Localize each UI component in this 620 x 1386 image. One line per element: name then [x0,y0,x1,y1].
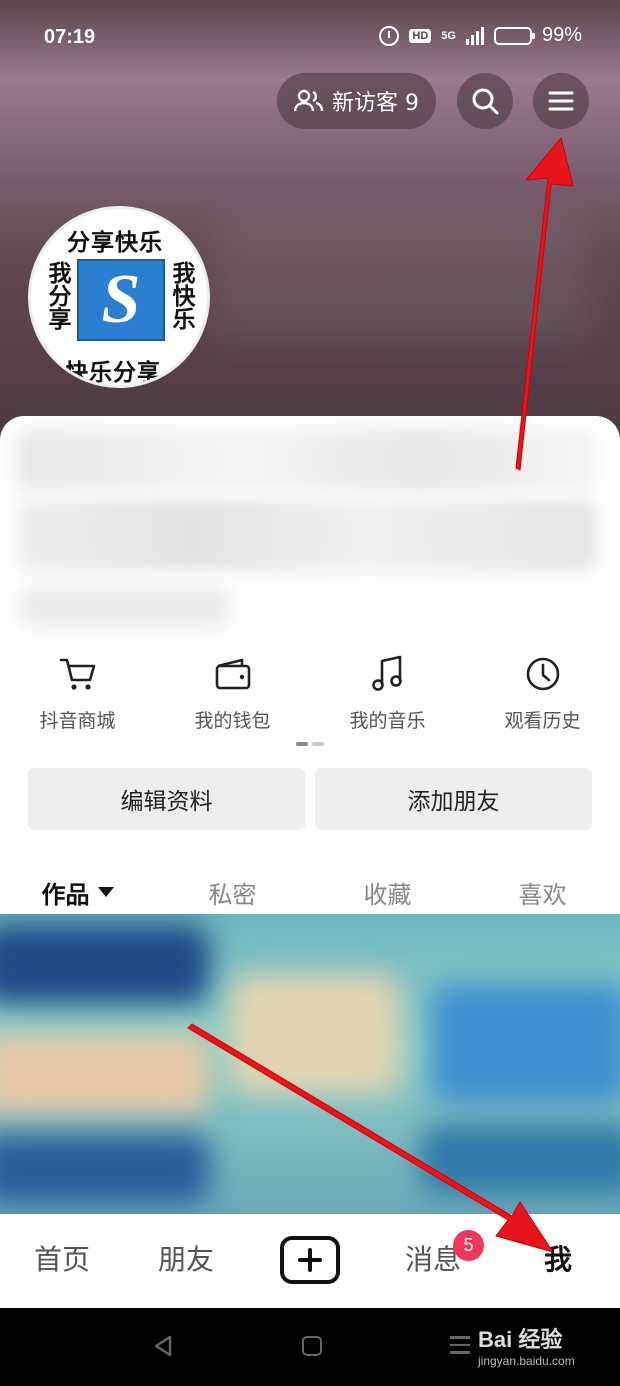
battery-icon [493,26,535,45]
quick-entry-wallet[interactable]: 我的钱包 [155,654,310,744]
avatar[interactable]: 分享快乐 我分享 S 我快乐 快乐分享 [28,206,210,388]
new-visitors-button[interactable]: 新访客 9 [277,73,436,129]
tab-private[interactable]: 私密 [155,866,310,918]
bottom-nav: 首页 朋友 消息 我 [0,1214,620,1308]
quick-entries: 抖音商城 我的钱包 我的音乐 观看历史 [0,654,620,744]
menu-icon [548,91,574,111]
avatar-logo: S [77,259,165,341]
blurred-profile-name [16,430,596,490]
nav-me[interactable]: 我 [544,1238,572,1278]
back-icon[interactable] [152,1335,174,1357]
status-time: 07:19 [44,26,96,48]
watermark-sub: jingyan.baidu.com [478,1354,575,1368]
create-button[interactable] [280,1236,340,1284]
new-visitors-label: 新访客 9 [332,91,419,116]
visitors-icon [294,89,324,112]
hd-badge: HD [409,28,432,43]
alarm-icon [379,25,400,46]
messages-badge: 5 [453,1230,484,1261]
tab-label: 作品 [41,880,90,909]
blurred-profile-bio [20,585,230,627]
tab-likes[interactable]: 喜欢 [465,866,620,918]
quick-entry-history[interactable]: 观看历史 [465,654,620,744]
network-label: 5G [441,29,456,42]
search-button[interactable] [457,73,513,129]
watermark-main: Bai 经验 [478,1327,563,1352]
cart-icon [58,654,98,694]
avatar-bottom-text: 快乐分享 [65,360,161,386]
recents-icon[interactable] [450,1336,470,1359]
battery-percent: 99% [541,24,582,46]
home-icon[interactable] [302,1336,322,1356]
quick-entry-mall[interactable]: 抖音商城 [0,654,155,744]
plus-icon [298,1248,322,1272]
quick-entry-label: 观看历史 [504,710,581,732]
avatar-top-text: 分享快乐 [67,230,163,256]
blurred-profile-stats [16,500,596,570]
search-icon [472,88,499,115]
quick-entry-music[interactable]: 我的音乐 [310,654,465,744]
quick-entry-label: 我的音乐 [349,710,426,732]
page-indicator [296,742,324,746]
menu-button[interactable] [533,73,589,129]
clock-icon [523,654,563,694]
edit-profile-button[interactable]: 编辑资料 [28,768,305,830]
avatar-left-text: 我分享 [44,261,70,330]
tab-favorites[interactable]: 收藏 [310,866,465,918]
add-friends-button[interactable]: 添加朋友 [315,768,592,830]
nav-home[interactable]: 首页 [34,1238,90,1278]
caret-down-icon [97,887,114,897]
quick-entry-label: 我的钱包 [194,710,271,732]
music-icon [368,654,408,694]
blurred-works-grid[interactable] [0,914,620,1214]
signal-icon [465,26,484,45]
avatar-right-text: 我快乐 [168,261,194,330]
status-icons: HD 5G 99% [379,24,582,47]
nav-friends[interactable]: 朋友 [158,1238,214,1278]
tab-works[interactable]: 作品 [0,866,155,918]
wallet-icon [213,654,253,694]
watermark: Bai 经验 jingyan.baidu.com [478,1322,575,1368]
profile-tabs: 作品 私密 收藏 喜欢 [0,866,620,918]
quick-entry-label: 抖音商城 [39,710,116,732]
status-bar: 07:19 HD 5G 99% [0,0,620,76]
